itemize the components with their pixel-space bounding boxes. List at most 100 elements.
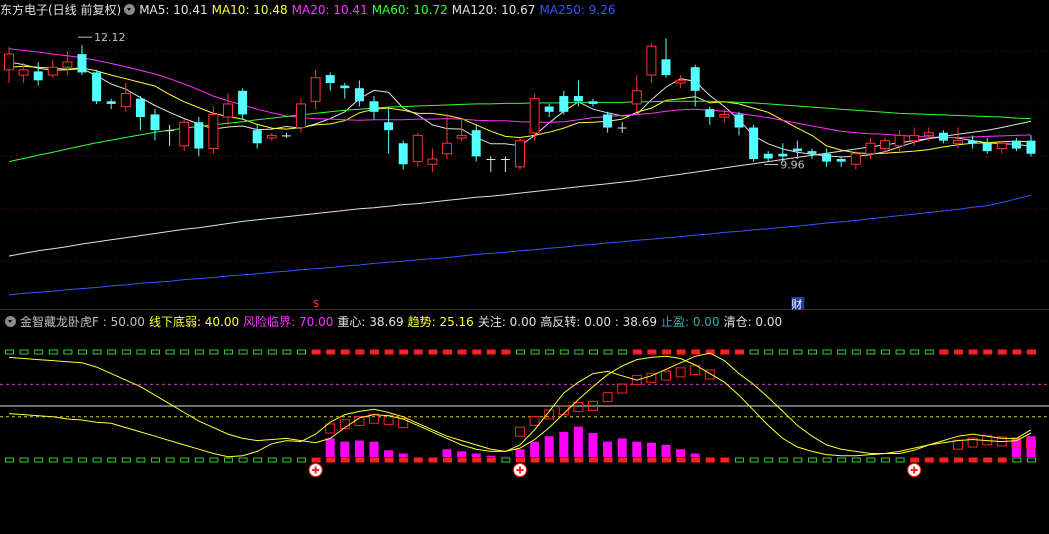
candle-body	[398, 143, 408, 165]
candle	[1011, 138, 1021, 152]
indicator-chart[interactable]	[0, 312, 1049, 534]
candle	[850, 151, 861, 170]
bottom-signal-marker	[194, 457, 204, 463]
bottom-signal-marker	[997, 457, 1007, 463]
top-signal-marker	[326, 349, 336, 355]
candle-body	[500, 159, 510, 160]
bottom-signal-marker	[355, 457, 365, 463]
bottom-signal-marker	[530, 457, 540, 463]
top-signal-marker	[501, 349, 511, 355]
top-signal-marker	[530, 349, 540, 355]
candle	[238, 88, 248, 120]
top-signal-marker	[749, 349, 759, 355]
candle-body	[865, 142, 876, 155]
candle	[442, 114, 452, 159]
top-signal-marker	[895, 349, 905, 355]
top-signal-marker	[545, 349, 555, 355]
attention-bar	[676, 449, 686, 457]
bottom-signal-marker	[165, 457, 175, 463]
bottom-signal-marker	[516, 457, 525, 463]
top-signal-marker	[5, 349, 14, 355]
top-signal-marker	[720, 349, 730, 355]
top-signal-marker	[63, 349, 73, 355]
top-signal-marker	[954, 349, 963, 355]
candle-body	[427, 158, 438, 165]
top-signal-marker	[399, 349, 409, 355]
bottom-signal-marker	[720, 457, 730, 463]
attention-bar	[354, 440, 364, 457]
candle	[340, 82, 350, 99]
bottom-signal-marker	[413, 457, 423, 463]
candle	[456, 119, 467, 141]
candle-body	[544, 106, 554, 112]
bottom-signal-marker	[1012, 457, 1022, 463]
candle-body	[982, 143, 992, 152]
bottom-signal-marker	[297, 457, 306, 463]
top-signal-marker	[676, 349, 686, 355]
candle-body	[62, 61, 73, 68]
candle-body	[18, 69, 29, 76]
attention-bar	[603, 441, 613, 457]
top-signal-marker	[691, 349, 701, 355]
bottom-signal-marker	[968, 457, 978, 463]
bottom-signal-marker	[545, 457, 555, 463]
attention-bar	[442, 449, 452, 457]
bottom-signal-marker	[238, 457, 248, 463]
candle-body	[719, 113, 730, 118]
bottom-signal-marker	[749, 457, 759, 463]
buy-signal-icon	[308, 463, 323, 477]
top-signal-marker	[808, 349, 817, 355]
bottom-signal-marker	[443, 457, 452, 463]
candle	[749, 124, 759, 162]
candle-body	[92, 72, 102, 102]
bottom-signal-marker	[34, 457, 44, 463]
candle-body	[340, 85, 350, 89]
candle-body	[778, 153, 788, 157]
top-signal-marker	[997, 349, 1007, 355]
candle	[646, 43, 657, 83]
buy-signal-icon	[513, 463, 527, 477]
top-signal-marker	[443, 349, 452, 355]
top-signal-marker	[180, 349, 190, 355]
candle-body	[792, 148, 802, 152]
top-signal-marker	[311, 349, 321, 355]
bottom-signal-marker	[793, 457, 803, 463]
bottom-signal-marker	[121, 457, 131, 463]
bottom-signal-marker	[457, 457, 467, 463]
candle	[281, 132, 291, 139]
candle-body	[749, 127, 759, 159]
candle	[880, 138, 890, 154]
candle-body	[165, 130, 175, 132]
top-signal-marker	[472, 349, 482, 355]
attention-bar	[398, 453, 408, 457]
bottom-signal-marker	[924, 457, 934, 463]
candle	[266, 132, 277, 141]
top-signal-marker	[516, 349, 525, 355]
reversal-box	[529, 415, 540, 426]
candle-body	[617, 127, 627, 129]
candle-body	[909, 134, 920, 142]
attention-bar	[340, 441, 350, 457]
ma-line-ma20	[8, 48, 1032, 138]
top-signal-marker	[48, 349, 58, 355]
candle	[1026, 135, 1036, 157]
top-signal-marker	[340, 349, 350, 355]
candle-body	[734, 114, 744, 128]
candle	[310, 69, 321, 110]
candle-body	[923, 132, 934, 136]
bottom-signal-marker	[224, 457, 233, 463]
top-signal-marker	[983, 349, 993, 355]
bottom-signal-marker	[472, 457, 482, 463]
candle	[705, 106, 715, 125]
top-signal-marker	[19, 349, 29, 355]
bottom-signal-marker	[705, 457, 715, 463]
attention-bar	[530, 441, 540, 457]
top-signal-marker	[253, 349, 263, 355]
bottom-signal-marker	[778, 457, 788, 463]
candle	[4, 47, 14, 83]
candle-body	[807, 151, 817, 154]
top-signal-marker	[1027, 349, 1036, 355]
candle	[106, 98, 116, 110]
attention-bar	[573, 426, 583, 457]
candlestick-chart[interactable]: 12.12 9.96 $ 财	[0, 0, 1049, 310]
